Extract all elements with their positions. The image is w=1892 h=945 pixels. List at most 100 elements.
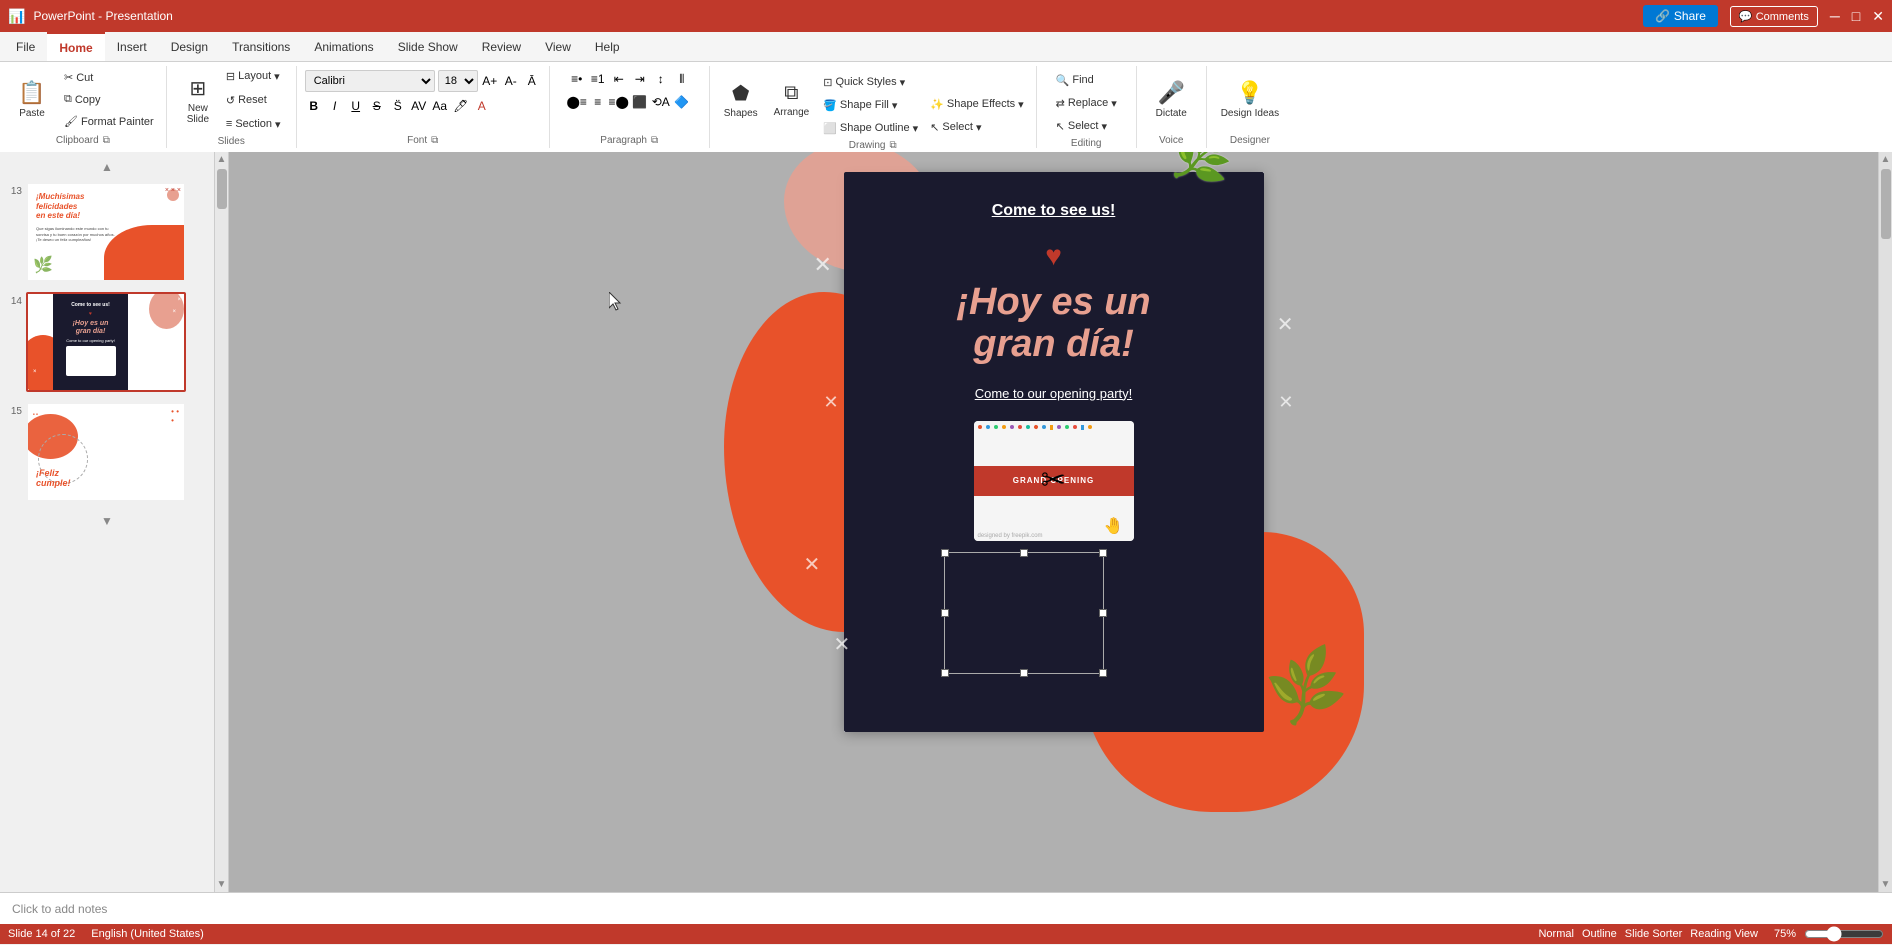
scrollbar-thumb[interactable]: [217, 169, 227, 209]
view-outline-button[interactable]: Outline: [1582, 928, 1617, 940]
close-button[interactable]: ✕: [1872, 8, 1884, 25]
notes-bar[interactable]: Click to add notes: [0, 892, 1892, 924]
increase-font-button[interactable]: A+: [481, 72, 499, 90]
italic-button[interactable]: I: [326, 97, 344, 115]
decrease-indent-button[interactable]: ⇤: [610, 70, 628, 88]
shape-effects-dropdown-icon: ▾: [1018, 98, 1024, 111]
dictate-button[interactable]: 🎤 Dictate: [1150, 70, 1193, 130]
slide-img-15[interactable]: • • • • • ¡Felizcumple!: [26, 402, 186, 502]
smart-art-button[interactable]: 🔷: [673, 93, 691, 111]
align-right-button[interactable]: ≡⬤: [610, 93, 628, 111]
select-drawing-button[interactable]: ↖ Select ▾: [926, 117, 1028, 137]
tab-design[interactable]: Design: [159, 32, 220, 61]
tab-review[interactable]: Review: [470, 32, 533, 61]
char-spacing-button[interactable]: AV: [410, 97, 428, 115]
scrollbar-down-btn[interactable]: ▼: [215, 877, 229, 892]
section-button[interactable]: ≡ Section ▾: [222, 114, 285, 134]
slide-img-14[interactable]: Come to see us! ♥ ¡Hoy es ungran día! Co…: [26, 292, 186, 392]
reset-button[interactable]: ↺ Reset: [222, 90, 285, 110]
handle-tl[interactable]: [941, 549, 949, 557]
tab-insert[interactable]: Insert: [105, 32, 159, 61]
maximize-button[interactable]: □: [1852, 8, 1860, 24]
minimize-button[interactable]: ─: [1830, 8, 1840, 24]
tab-file[interactable]: File: [4, 32, 47, 61]
find-button[interactable]: 🔍 Find: [1052, 70, 1121, 90]
slide-thumbnail-15[interactable]: 15 • • • • • ¡Felizcumple!: [4, 400, 210, 504]
shapes-button[interactable]: ⬟ Shapes: [718, 70, 764, 130]
comments-button[interactable]: 💬 Comments: [1730, 6, 1818, 27]
bullets-button[interactable]: ≡•: [568, 70, 586, 88]
line-spacing-button[interactable]: ↕: [652, 70, 670, 88]
slide-panel[interactable]: ▲ 13 ¡Muchísimasfelicidadesen este día! …: [0, 152, 215, 892]
handle-mr[interactable]: [1099, 609, 1107, 617]
drawing-expand-icon[interactable]: ⧉: [889, 140, 896, 151]
arrange-button[interactable]: ⧉ Arrange: [768, 70, 816, 130]
change-case-button[interactable]: Aa: [431, 97, 449, 115]
panel-scroll-down[interactable]: ▼: [4, 514, 210, 528]
panel-scroll-up[interactable]: ▲: [4, 160, 210, 174]
format-painter-button[interactable]: 🖌 Format Painter: [60, 112, 158, 132]
shape-outline-button[interactable]: ⬜ Shape Outline ▾: [819, 118, 922, 138]
canvas-scroll-down-btn[interactable]: ▼: [1879, 877, 1892, 892]
clear-format-button[interactable]: Ā: [523, 72, 541, 90]
view-sorter-button[interactable]: Slide Sorter: [1625, 928, 1682, 940]
tab-home[interactable]: Home: [47, 32, 104, 61]
align-center-button[interactable]: ≡: [589, 93, 607, 111]
increase-indent-button[interactable]: ⇥: [631, 70, 649, 88]
shape-fill-button[interactable]: 🪣 Shape Fill ▾: [819, 95, 922, 115]
tab-transitions[interactable]: Transitions: [220, 32, 302, 61]
font-name-select[interactable]: Calibri: [305, 70, 435, 92]
main-slide-canvas[interactable]: 🌿 🌿 ✕ ✕ ✕ ✕ ✕ ✕ Come to see us! ♥: [844, 172, 1264, 732]
view-normal-button[interactable]: Normal: [1538, 928, 1573, 940]
justify-button[interactable]: ⬛: [631, 93, 649, 111]
select-editing-button[interactable]: ↖ Select ▾: [1052, 116, 1121, 136]
handle-br[interactable]: [1099, 669, 1107, 677]
replace-button[interactable]: ⇄ Replace ▾: [1052, 93, 1121, 113]
handle-bl[interactable]: [941, 669, 949, 677]
tab-animations[interactable]: Animations: [302, 32, 385, 61]
cut-button[interactable]: ✂ Cut: [60, 68, 158, 88]
font-size-select[interactable]: 18: [438, 70, 478, 92]
design-ideas-button[interactable]: 💡 Design Ideas: [1215, 70, 1285, 130]
strikethrough-button[interactable]: S: [368, 97, 386, 115]
tab-slideshow[interactable]: Slide Show: [386, 32, 470, 61]
canvas-scrollbar[interactable]: ▲ ▼: [1878, 152, 1892, 892]
paste-button[interactable]: 📋 Paste: [8, 70, 56, 130]
slide-thumbnail-13[interactable]: 13 ¡Muchísimasfelicidadesen este día! Qu…: [4, 180, 210, 284]
quick-styles-button[interactable]: ⊡ Quick Styles ▾: [819, 72, 922, 92]
canvas-scroll-thumb[interactable]: [1881, 169, 1891, 239]
tab-view[interactable]: View: [533, 32, 583, 61]
handle-ml[interactable]: [941, 609, 949, 617]
font-expand-icon[interactable]: ⧉: [431, 135, 438, 146]
paragraph-expand-icon[interactable]: ⧉: [651, 135, 658, 146]
tab-help[interactable]: Help: [583, 32, 632, 61]
scrollbar-up-btn[interactable]: ▲: [215, 152, 229, 167]
share-button[interactable]: 🔗 Share: [1643, 5, 1718, 27]
select-editing-icon: ↖: [1056, 120, 1065, 133]
clipboard-expand-icon[interactable]: ⧉: [103, 135, 110, 146]
slide-panel-scrollbar[interactable]: ▲ ▼: [215, 152, 229, 892]
new-slide-button[interactable]: ⊞ NewSlide: [178, 70, 218, 130]
bold-button[interactable]: B: [305, 97, 323, 115]
decrease-font-button[interactable]: A-: [502, 72, 520, 90]
handle-tc[interactable]: [1020, 549, 1028, 557]
underline-button[interactable]: U: [347, 97, 365, 115]
font-color-button[interactable]: A: [473, 97, 491, 115]
copy-button[interactable]: ⧉ Copy: [60, 90, 158, 110]
layout-button[interactable]: ⊟ Layout ▾: [222, 66, 285, 86]
canvas-area[interactable]: 🌿 🌿 ✕ ✕ ✕ ✕ ✕ ✕ Come to see us! ♥: [229, 152, 1878, 892]
handle-bc[interactable]: [1020, 669, 1028, 677]
slide-img-13[interactable]: ¡Muchísimasfelicidadesen este día! Que s…: [26, 182, 186, 282]
numbering-button[interactable]: ≡1: [589, 70, 607, 88]
text-direction-button[interactable]: ⟲A: [652, 93, 670, 111]
highlight-button[interactable]: 🖊: [452, 97, 470, 115]
text-shadow-button[interactable]: S̈: [389, 97, 407, 115]
handle-tr[interactable]: [1099, 549, 1107, 557]
slide-thumbnail-14[interactable]: 14 Come to see us! ♥ ¡Hoy es ungran día!…: [4, 290, 210, 394]
zoom-slider[interactable]: [1804, 926, 1884, 942]
columns-button[interactable]: ⫴: [673, 70, 691, 88]
canvas-scroll-up-btn[interactable]: ▲: [1879, 152, 1892, 167]
shape-effects-button[interactable]: ✨ Shape Effects ▾: [926, 94, 1028, 114]
view-reading-button[interactable]: Reading View: [1690, 928, 1758, 940]
align-left-button[interactable]: ⬤≡: [568, 93, 586, 111]
